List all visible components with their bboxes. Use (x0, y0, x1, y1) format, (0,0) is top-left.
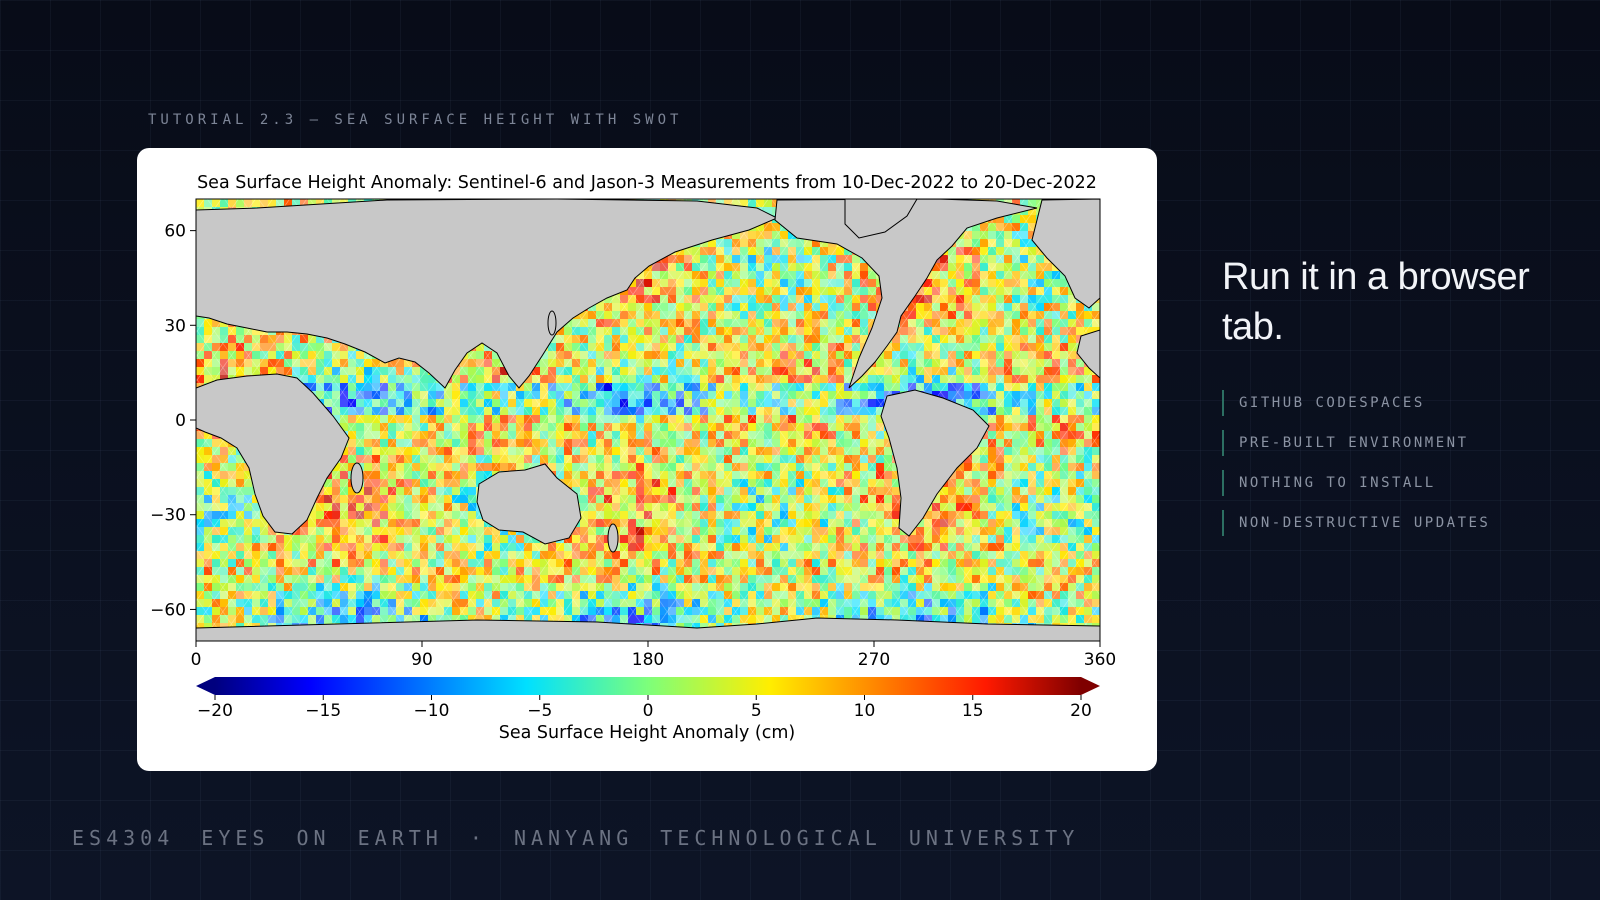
y-tick-label: −60 (150, 600, 186, 620)
x-axis-ticks: 0 90 180 270 360 (191, 641, 1116, 670)
figure-card: Sea Surface Height Anomaly: Sentinel-6 a… (137, 148, 1157, 771)
land-japan (547, 310, 557, 336)
land-new-zealand (607, 523, 619, 553)
colorbar-tick-label: 10 (854, 701, 876, 721)
feature-item-updates: NON-DESTRUCTIVE UPDATES (1222, 510, 1582, 536)
footer-course: ES4304 EYES ON EARTH · NANYANG TECHNOLOG… (72, 826, 1080, 850)
figure-title: Sea Surface Height Anomaly: Sentinel-6 a… (197, 173, 1097, 193)
x-tick-label: 90 (411, 650, 433, 670)
x-tick-label: 0 (191, 650, 202, 670)
colorbar (215, 677, 1081, 695)
colorbar-tick-label: −15 (305, 701, 341, 721)
x-tick-label: 180 (632, 650, 664, 670)
colorbar-tick-label: −20 (197, 701, 233, 721)
feature-item-install: NOTHING TO INSTALL (1222, 470, 1582, 496)
tutorial-eyebrow: TUTORIAL 2.3 — SEA SURFACE HEIGHT WITH S… (148, 112, 683, 128)
land-madagascar (350, 462, 364, 494)
colorbar-tick-label: 0 (643, 701, 654, 721)
y-tick-label: 60 (164, 222, 186, 242)
colorbar-tick-label: 20 (1070, 701, 1092, 721)
y-axis-ticks: 60 30 0 −30 −60 (150, 222, 196, 620)
y-tick-label: 0 (175, 411, 186, 431)
x-tick-label: 270 (858, 650, 890, 670)
colorbar-tick-label: −5 (527, 701, 552, 721)
map-plot-area (196, 199, 1100, 641)
feature-item-codespaces: GITHUB CODESPACES (1222, 390, 1582, 416)
colorbar-extend-low (196, 677, 215, 695)
y-tick-label: 30 (164, 316, 186, 336)
colorbar-tick-label: 15 (962, 701, 984, 721)
y-tick-label: −30 (150, 506, 186, 526)
colorbar-label: Sea Surface Height Anomaly (cm) (499, 723, 795, 743)
ssh-anomaly-figure: Sea Surface Height Anomaly: Sentinel-6 a… (150, 173, 1116, 743)
colorbar-tick-label: −10 (414, 701, 450, 721)
x-tick-label: 360 (1084, 650, 1116, 670)
side-title: Run it in a browser tab. (1222, 256, 1530, 348)
colorbar-ticks: −20 −15 −10 −5 0 5 10 15 20 (197, 695, 1092, 721)
colorbar-tick-label: 5 (751, 701, 762, 721)
colorbar-extend-high (1081, 677, 1100, 695)
feature-list: GITHUB CODESPACES PRE-BUILT ENVIRONMENT … (1222, 390, 1582, 550)
feature-item-environment: PRE-BUILT ENVIRONMENT (1222, 430, 1582, 456)
